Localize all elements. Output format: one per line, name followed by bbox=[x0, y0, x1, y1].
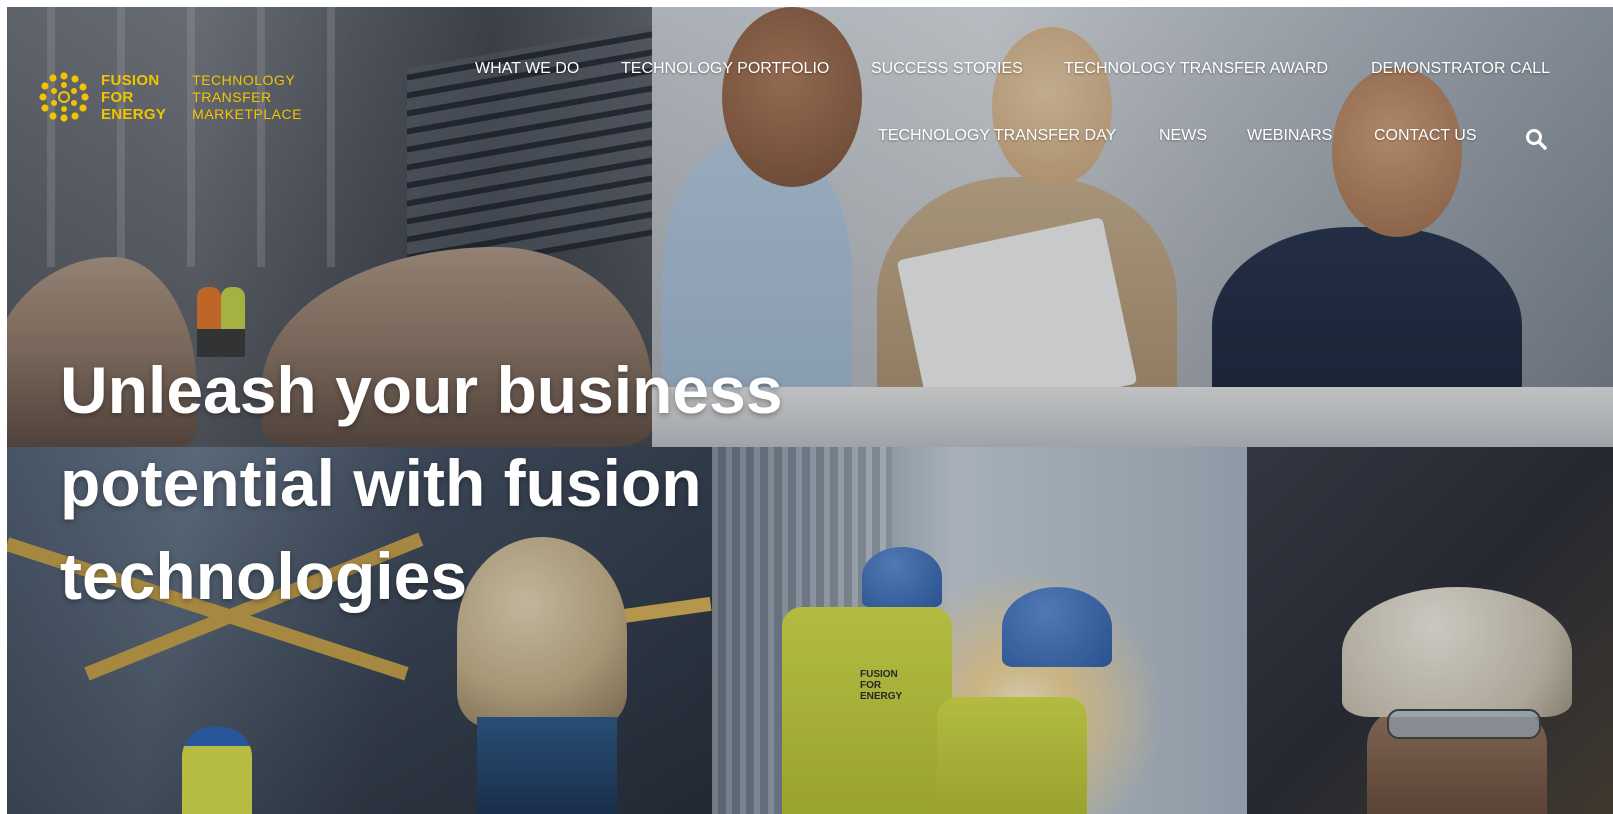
site-logo[interactable]: FUSION FOR ENERGY TECHNOLOGY TRANSFER MA… bbox=[37, 70, 302, 124]
logo-word-line: FUSION bbox=[101, 71, 160, 89]
logo-tagline: TECHNOLOGY TRANSFER MARKETPLACE bbox=[192, 72, 302, 123]
nav-item-webinars[interactable]: WEBINARS bbox=[1247, 127, 1332, 145]
nav-item-technology-transfer-day[interactable]: TECHNOLOGY TRANSFER DAY bbox=[878, 127, 1116, 145]
nav-item-demonstrator-call[interactable]: DEMONSTRATOR CALL bbox=[1371, 60, 1550, 78]
fusion-logo-icon bbox=[39, 72, 89, 122]
logo-tagline-line: TECHNOLOGY bbox=[192, 71, 296, 88]
nav-item-news[interactable]: NEWS bbox=[1159, 127, 1207, 145]
hero-headline: Unleash your business potential with fus… bbox=[60, 344, 820, 623]
logo-tagline-line: TRANSFER bbox=[192, 88, 272, 105]
nav-item-contact-us[interactable]: CONTACT US bbox=[1374, 127, 1477, 145]
nav-item-technology-transfer-award[interactable]: TECHNOLOGY TRANSFER AWARD bbox=[1064, 60, 1328, 78]
nav-item-what-we-do[interactable]: WHAT WE DO bbox=[475, 60, 579, 78]
nav-item-success-stories[interactable]: SUCCESS STORIES bbox=[871, 60, 1023, 78]
logo-word-line: ENERGY bbox=[101, 105, 167, 123]
nav-item-technology-portfolio[interactable]: TECHNOLOGY PORTFOLIO bbox=[621, 60, 829, 78]
hero-headline-line: potential with fusion bbox=[60, 446, 702, 520]
hero-headline-line: Unleash your business bbox=[60, 353, 783, 427]
logo-tagline-line: MARKETPLACE bbox=[192, 105, 302, 122]
search-icon[interactable] bbox=[1524, 127, 1548, 151]
logo-word-line: FOR bbox=[101, 88, 134, 106]
hero-headline-line: technologies bbox=[60, 539, 468, 613]
logo-wordmark: FUSION FOR ENERGY bbox=[101, 72, 166, 123]
